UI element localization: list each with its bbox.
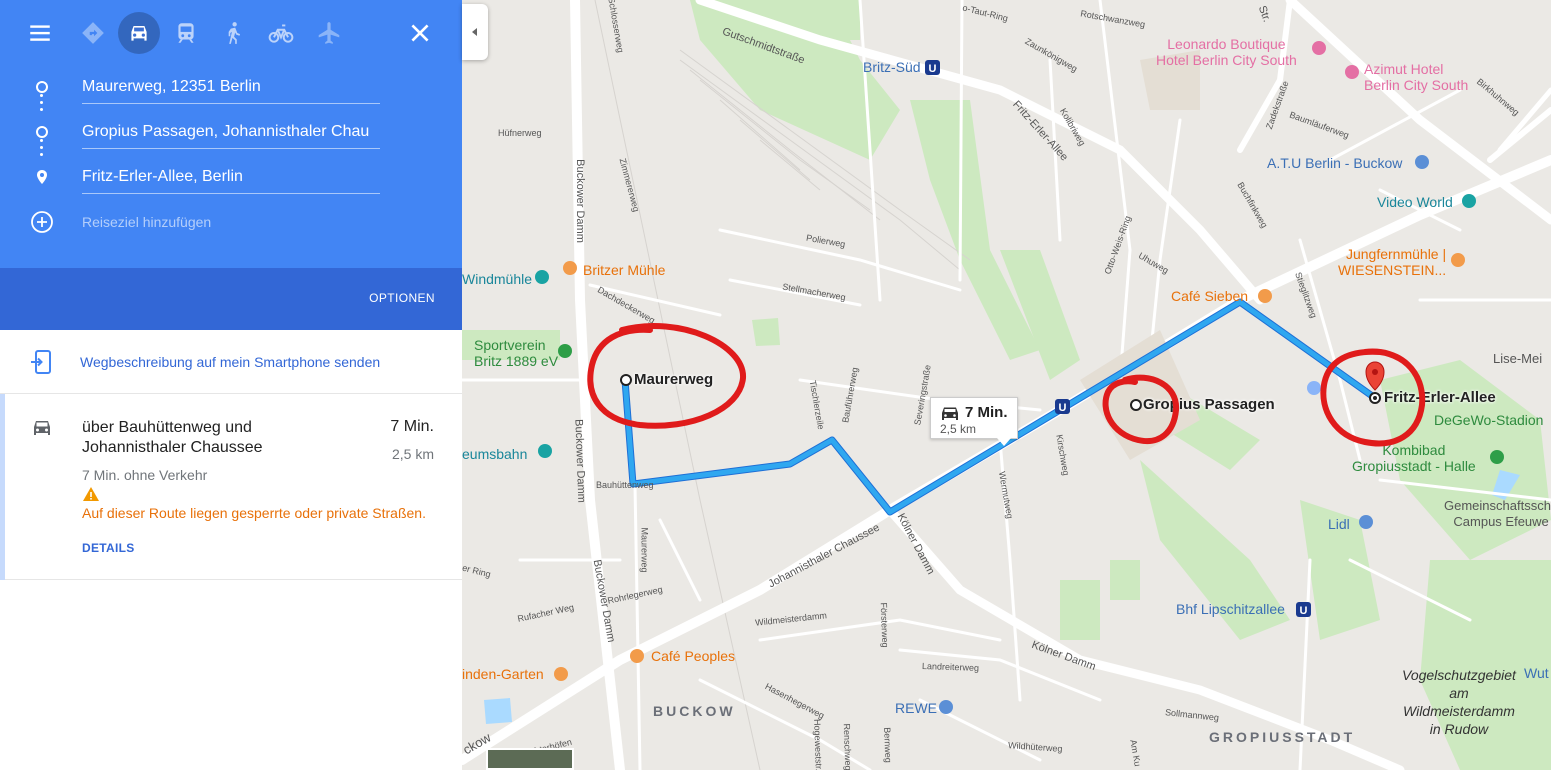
route-name: über Bauhüttenweg und Johannisthaler Cha… bbox=[82, 419, 263, 456]
svg-text:U: U bbox=[929, 63, 937, 75]
start-input[interactable]: Maurerweg, 12351 Berlin bbox=[82, 70, 380, 104]
details-button[interactable]: DETAILS bbox=[82, 541, 135, 555]
route-dots bbox=[40, 139, 44, 160]
stop-circle-icon bbox=[36, 126, 48, 138]
poi-lidl[interactable]: Lidl bbox=[1328, 516, 1350, 532]
stop-input[interactable]: Gropius Passagen, Johannisthaler Chau bbox=[82, 115, 380, 149]
stop-row: Gropius Passagen, Johannisthaler Chau bbox=[0, 115, 462, 151]
train-icon[interactable] bbox=[165, 12, 207, 54]
poi-cafe-sieben[interactable]: Café Sieben bbox=[1171, 288, 1248, 304]
street-maurerweg: Maurerweg bbox=[639, 527, 650, 573]
poi-museumsbahn[interactable]: eumsbahn bbox=[462, 446, 527, 462]
airplane-icon[interactable] bbox=[308, 12, 350, 54]
poi-kombibad[interactable]: Kombibad Gropiusstadt - Halle bbox=[1352, 442, 1476, 474]
street-forsterweg: Försterweg bbox=[878, 602, 891, 648]
svg-text:U: U bbox=[1300, 605, 1308, 617]
poi-linden-garten[interactable]: inden-Garten bbox=[462, 666, 544, 682]
warning-icon bbox=[83, 487, 99, 501]
poi-video-world[interactable]: Video World bbox=[1377, 194, 1453, 210]
station-lipschitzallee[interactable]: Bhf Lipschitzallee bbox=[1176, 601, 1285, 617]
close-icon[interactable] bbox=[399, 12, 441, 54]
street-renschweg: Renschweg bbox=[841, 723, 854, 770]
send-to-phone-row[interactable]: Wegbeschreibung auf mein Smartphone send… bbox=[0, 330, 462, 394]
options-bar: OPTIONEN bbox=[0, 268, 462, 330]
waypoint-label-maurerweg[interactable]: Maurerweg bbox=[634, 371, 713, 388]
poi-azimut-hotel[interactable]: Azimut Hotel Berlin City South bbox=[1364, 61, 1468, 93]
bubble-duration: 7 Min. bbox=[965, 404, 1008, 421]
send-to-phone-link[interactable]: Wegbeschreibung auf mein Smartphone send… bbox=[80, 354, 380, 370]
poi-windmuhle[interactable]: Windmühle bbox=[462, 271, 532, 287]
walk-icon[interactable] bbox=[212, 12, 254, 54]
street-hufnerweg: Hüfnerweg bbox=[498, 128, 542, 138]
maps-app: Maurerweg, 12351 Berlin Gropius Passagen… bbox=[0, 0, 1551, 770]
directions-panel: Maurerweg, 12351 Berlin Gropius Passagen… bbox=[0, 0, 462, 770]
street-bernweg: Bernweg bbox=[882, 727, 894, 763]
route-option-card[interactable]: über Bauhüttenweg und Johannisthaler Cha… bbox=[0, 394, 462, 580]
route-info-bubble[interactable]: 7 Min. 2,5 km bbox=[930, 397, 1018, 446]
street-landreiterweg: Landreiterweg bbox=[921, 661, 980, 673]
menu-icon[interactable] bbox=[19, 12, 61, 54]
poi-vogelschutzgebiet: Vogelschutzgebiet am Wildmeisterdamm in … bbox=[1402, 667, 1516, 737]
collapse-panel-button[interactable] bbox=[462, 4, 488, 60]
map-base: U U U bbox=[462, 0, 1551, 770]
route-traffic-time: 7 Min. ohne Verkehr bbox=[82, 467, 208, 483]
collapse-arrow-icon bbox=[472, 28, 477, 36]
poi-rewe[interactable]: REWE bbox=[895, 700, 937, 716]
street-bauhuttenweg: Bauhüttenweg bbox=[596, 480, 654, 490]
directions-icon[interactable] bbox=[72, 12, 114, 54]
satellite-toggle-thumbnail[interactable] bbox=[486, 748, 574, 770]
district-buckow: BUCKOW bbox=[653, 703, 736, 719]
travel-mode-bar bbox=[0, 12, 462, 54]
district-gropiusstadt: GROPIUSSTADT bbox=[1209, 729, 1356, 745]
poi-wut: Wut bbox=[1524, 665, 1549, 681]
route-selected-indicator bbox=[0, 394, 5, 580]
street-buckower-damm-1: Buckower Damm bbox=[573, 159, 586, 243]
poi-leonardo-hotel[interactable]: Leonardo Boutique Hotel Berlin City Sout… bbox=[1156, 36, 1297, 68]
car-icon bbox=[942, 407, 958, 420]
map-canvas[interactable]: U U U Leonardo Boutique Hotel Berlin Cit… bbox=[462, 0, 1551, 770]
bicycle-icon[interactable] bbox=[260, 12, 302, 54]
svg-text:U: U bbox=[1059, 402, 1067, 414]
poi-cafe-peoples[interactable]: Café Peoples bbox=[651, 648, 735, 664]
poi-gemeinschaftsschule: Gemeinschaftsschu Campus Efeuwe bbox=[1444, 498, 1551, 529]
start-circle-icon bbox=[36, 81, 48, 93]
route-distance: 2,5 km bbox=[391, 446, 434, 462]
route-dots bbox=[40, 94, 44, 115]
add-stop-row[interactable]: Reiseziel hinzufügen bbox=[0, 205, 462, 241]
poi-atu[interactable]: A.T.U Berlin - Buckow bbox=[1267, 155, 1402, 171]
route-duration: 7 Min. bbox=[390, 418, 434, 435]
bubble-distance: 2,5 km bbox=[940, 422, 977, 436]
directions-header: Maurerweg, 12351 Berlin Gropius Passagen… bbox=[0, 0, 462, 268]
poi-britzer-muhle[interactable]: Britzer Mühle bbox=[583, 262, 665, 278]
station-britz-sud[interactable]: Britz-Süd bbox=[863, 59, 921, 75]
street-hogeweststrasse: Hogeweststr. bbox=[812, 718, 824, 770]
car-icon bbox=[34, 421, 50, 435]
send-to-phone-icon bbox=[31, 350, 51, 374]
options-button[interactable]: OPTIONEN bbox=[369, 291, 435, 305]
car-icon[interactable] bbox=[118, 12, 160, 54]
poi-lise-meitner: Lise-Mei bbox=[1493, 351, 1543, 366]
waypoint-label-fritz-erler-allee[interactable]: Fritz-Erler-Allee bbox=[1384, 389, 1496, 406]
route-warning: Auf dieser Route liegen gesperrte oder p… bbox=[82, 505, 426, 521]
poi-jungfernmuhle[interactable]: Jungfernmühle | WIESENSTEIN... bbox=[1338, 246, 1446, 278]
destination-input[interactable]: Fritz-Erler-Allee, Berlin bbox=[82, 160, 380, 194]
start-row: Maurerweg, 12351 Berlin bbox=[0, 70, 462, 106]
add-stop-input[interactable]: Reiseziel hinzufügen bbox=[82, 205, 380, 239]
destination-row: Fritz-Erler-Allee, Berlin bbox=[0, 160, 462, 196]
add-circle-icon[interactable] bbox=[30, 210, 54, 234]
waypoint-label-gropius-passagen[interactable]: Gropius Passagen bbox=[1143, 396, 1275, 413]
poi-sportverein[interactable]: Sportverein Britz 1889 eV bbox=[474, 337, 558, 369]
destination-pin-icon bbox=[37, 170, 47, 184]
poi-degewo-stadion[interactable]: DeGeWo-Stadion bbox=[1434, 412, 1543, 428]
